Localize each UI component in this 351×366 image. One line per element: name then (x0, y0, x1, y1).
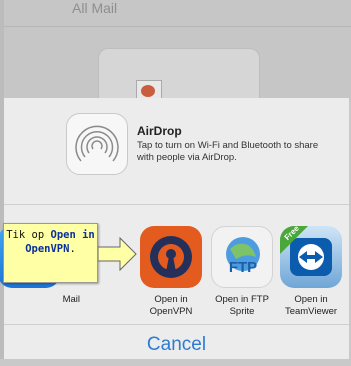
app-openvpn[interactable]: Open in OpenVPN (135, 226, 207, 318)
airdrop-title: AirDrop (137, 124, 182, 138)
app-label: Open in OpenVPN (149, 294, 193, 317)
callout-suffix: . (69, 243, 76, 255)
airdrop-icon[interactable] (66, 113, 128, 175)
callout-prefix: Tik op (6, 229, 51, 241)
app-teamviewer[interactable]: Free Open in TeamViewer (275, 226, 347, 318)
divider (0, 26, 351, 27)
cancel-button[interactable]: Cancel (4, 324, 349, 359)
background-title: All Mail (72, 0, 118, 16)
instruction-callout: Tik op Open in OpenVPN. (3, 223, 98, 283)
app-label: Open in TeamViewer (284, 294, 338, 317)
app-label: Open in FTP Sprite (215, 294, 269, 317)
app-label: Mail (62, 294, 80, 305)
airdrop-row[interactable]: AirDrop Tap to turn on Wi-Fi and Bluetoo… (4, 98, 349, 205)
svg-text:FTP: FTP (229, 259, 257, 276)
teamviewer-icon[interactable]: Free (280, 226, 342, 288)
openvpn-icon[interactable] (140, 226, 202, 288)
arrow-icon (98, 236, 137, 272)
app-ftp-sprite[interactable]: FTP Open in FTP Sprite (206, 226, 278, 318)
ftp-sprite-icon[interactable]: FTP (211, 226, 273, 288)
background-mail-screen: All Mail (0, 0, 351, 110)
airdrop-description: Tap to turn on Wi-Fi and Bluetooth to sh… (137, 140, 319, 163)
